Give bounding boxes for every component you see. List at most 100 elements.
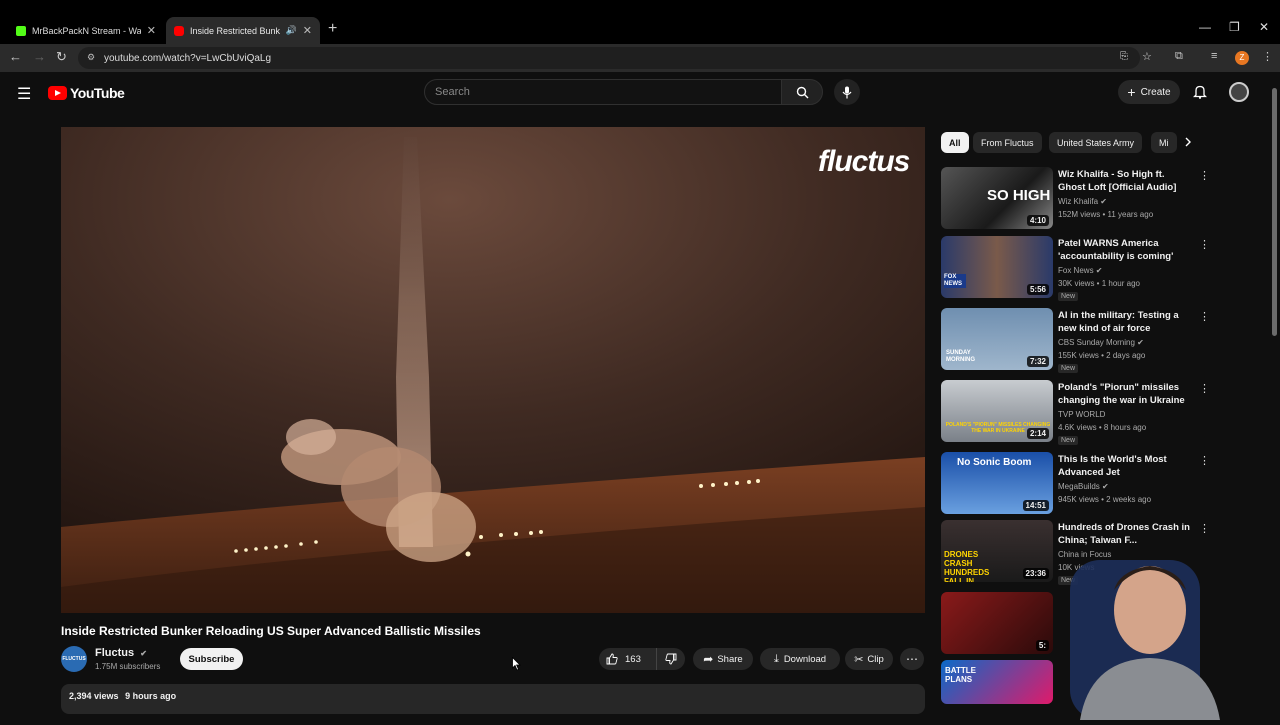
like-dislike-bar: 163	[599, 648, 685, 670]
forward-icon[interactable]: →	[33, 49, 46, 64]
maximize-icon[interactable]: ❐	[1229, 20, 1240, 34]
tab-title: Inside Restricted Bunker Rel	[190, 25, 280, 36]
more-vertical-icon[interactable]: ⋮	[1199, 382, 1210, 395]
like-count: 163	[625, 653, 641, 665]
recommendation-item[interactable]: FOX NEWS 5:56 Patel WARNS America 'accou…	[941, 236, 1216, 302]
subscribe-button[interactable]: Subscribe	[180, 648, 243, 670]
channel-watermark: fluctus	[818, 145, 910, 178]
more-vertical-icon[interactable]: ⋮	[1199, 454, 1210, 467]
video-thumbnail[interactable]: BATTLE PLANS	[941, 660, 1053, 704]
chevron-right-icon[interactable]	[1184, 134, 1192, 152]
recommendation-title: Poland's "Piorun" missiles changing the …	[1058, 382, 1185, 406]
speaker-icon[interactable]: 🔊	[286, 25, 297, 36]
chip-from-fluctus[interactable]: From Fluctus	[973, 132, 1042, 153]
chip-united-states-army[interactable]: United States Army	[1049, 132, 1143, 153]
recommendation-meta: 945K views • 2 weeks ago	[1058, 495, 1152, 504]
search-placeholder: Search	[435, 86, 470, 98]
video-thumbnail[interactable]: No Sonic Boom 14:51	[941, 452, 1053, 514]
recommendation-item[interactable]: SO HIGH 4:10 Wiz Khalifa - So High ft. G…	[941, 167, 1216, 233]
description-box[interactable]: 2,394 views 9 hours ago	[61, 684, 925, 714]
channel-text: Fox News	[1058, 266, 1094, 275]
recommendation-meta: 155K views • 2 days ago	[1058, 351, 1146, 360]
recommendation-title: This Is the World's Most Advanced Jet	[1058, 454, 1167, 478]
clip-button[interactable]: ✂ Clip	[845, 648, 893, 670]
address-bar[interactable]: ⚙ youtube.com/watch?v=LwCbUviQaLg ⎘ ☆	[78, 47, 1152, 69]
video-thumbnail[interactable]: FOX NEWS 5:56	[941, 236, 1053, 298]
browser-tab-stream[interactable]: MrBackPackN Stream - Watch Liv ✕	[8, 17, 164, 44]
url-text: youtube.com/watch?v=LwCbUviQaLg	[104, 52, 272, 64]
minimize-icon[interactable]: —	[1199, 20, 1211, 34]
channel-name[interactable]: Fluctus ✔	[95, 647, 147, 659]
reload-icon[interactable]: ↻	[56, 49, 67, 65]
thumbnail-text: SUNDAY MORNING	[946, 350, 975, 363]
create-button[interactable]: + Create	[1118, 80, 1180, 104]
chip-military[interactable]: Mi	[1151, 132, 1177, 153]
thumbnail-text: SO HIGH	[987, 187, 1051, 204]
video-thumbnail[interactable]: SO HIGH 4:10	[941, 167, 1053, 229]
recommendation-item[interactable]: No Sonic Boom 14:51 This Is the World's …	[941, 452, 1216, 518]
scrollbar-thumb[interactable]	[1272, 88, 1277, 336]
new-badge: New	[1058, 364, 1079, 373]
browser-tab-youtube[interactable]: Inside Restricted Bunker Rel 🔊 ✕	[166, 17, 320, 44]
like-button[interactable]: 163	[599, 648, 657, 670]
extensions-icon[interactable]: ⧉	[1175, 50, 1183, 63]
close-tab-icon[interactable]: ✕	[147, 24, 156, 37]
account-avatar[interactable]	[1229, 82, 1249, 102]
profile-avatar[interactable]: Z	[1235, 51, 1249, 65]
search-input[interactable]: Search	[424, 79, 782, 105]
more-horizontal-icon: ⋯	[906, 652, 918, 666]
video-thumbnail[interactable]: SUNDAY MORNING 7:32	[941, 308, 1053, 370]
more-vertical-icon[interactable]: ⋮	[1199, 310, 1210, 323]
microphone-icon	[842, 86, 852, 98]
recommendation-channel: Fox News ✔	[1058, 266, 1103, 275]
youtube-logo[interactable]: YouTube	[48, 85, 125, 101]
mouse-cursor-icon	[512, 656, 522, 676]
more-vertical-icon[interactable]: ⋮	[1199, 169, 1210, 182]
more-vertical-icon[interactable]: ⋮	[1199, 238, 1210, 251]
voice-search-button[interactable]	[834, 79, 860, 105]
close-window-icon[interactable]: ✕	[1259, 20, 1269, 34]
thumbnail-text: No Sonic Boom	[957, 457, 1032, 468]
menu-icon[interactable]: ☰	[17, 84, 31, 104]
share-label: Share	[717, 653, 743, 665]
page-scrollbar[interactable]	[1271, 80, 1278, 704]
duration-badge: 14:51	[1022, 500, 1049, 511]
thumbnail-text: DRONES CRASH HUNDREDS FALL IN FLAMES	[944, 550, 990, 582]
media-icon[interactable]: ≡	[1211, 50, 1217, 62]
video-frame	[61, 127, 925, 613]
channel-text: Wiz Khalifa	[1058, 197, 1099, 206]
more-actions-button[interactable]: ⋯	[900, 648, 924, 670]
new-badge: New	[1058, 292, 1079, 301]
youtube-favicon-icon	[174, 25, 184, 36]
bookmark-star-icon[interactable]: ☆	[1142, 50, 1152, 63]
install-app-icon[interactable]: ⎘	[1120, 51, 1128, 62]
search-button[interactable]	[781, 79, 823, 105]
video-thumbnail[interactable]: POLAND'S "PIORUN" MISSILES CHANGING THE …	[941, 380, 1053, 442]
channel-avatar[interactable]: FLUCTUS	[61, 646, 87, 672]
browser-menu-icon[interactable]: ⋮	[1262, 50, 1273, 63]
notifications-button[interactable]	[1192, 84, 1208, 104]
verified-icon: ✔	[1137, 338, 1144, 347]
video-thumbnail[interactable]: 5:	[941, 592, 1053, 654]
thumbnail-text: FOX NEWS	[944, 274, 966, 288]
video-thumbnail[interactable]: DRONES CRASH HUNDREDS FALL IN FLAMES 23:…	[941, 520, 1053, 582]
webcam-overlay	[1040, 530, 1240, 720]
recommendation-item[interactable]: POLAND'S "PIORUN" MISSILES CHANGING THE …	[941, 380, 1216, 446]
chip-all[interactable]: All	[941, 132, 969, 153]
clip-label: Clip	[867, 653, 884, 665]
recommendation-item[interactable]: SUNDAY MORNING 7:32 AI in the military: …	[941, 308, 1216, 374]
video-player[interactable]	[61, 127, 925, 613]
download-label: Download	[783, 653, 827, 665]
scissors-icon: ✂	[854, 653, 864, 666]
download-button[interactable]: ⤓ Download	[760, 648, 840, 670]
close-tab-icon[interactable]: ✕	[303, 24, 312, 37]
youtube-play-icon	[48, 86, 67, 100]
recommendation-channel: TVP WORLD	[1058, 410, 1105, 419]
new-tab-icon[interactable]: +	[328, 20, 337, 38]
bell-icon	[1192, 85, 1208, 99]
dislike-button[interactable]	[657, 653, 685, 665]
share-button[interactable]: ➦ Share	[693, 648, 753, 670]
site-info-icon[interactable]: ⚙	[87, 52, 95, 63]
channel-text: TVP WORLD	[1058, 410, 1106, 419]
back-icon[interactable]: ←	[9, 49, 22, 64]
